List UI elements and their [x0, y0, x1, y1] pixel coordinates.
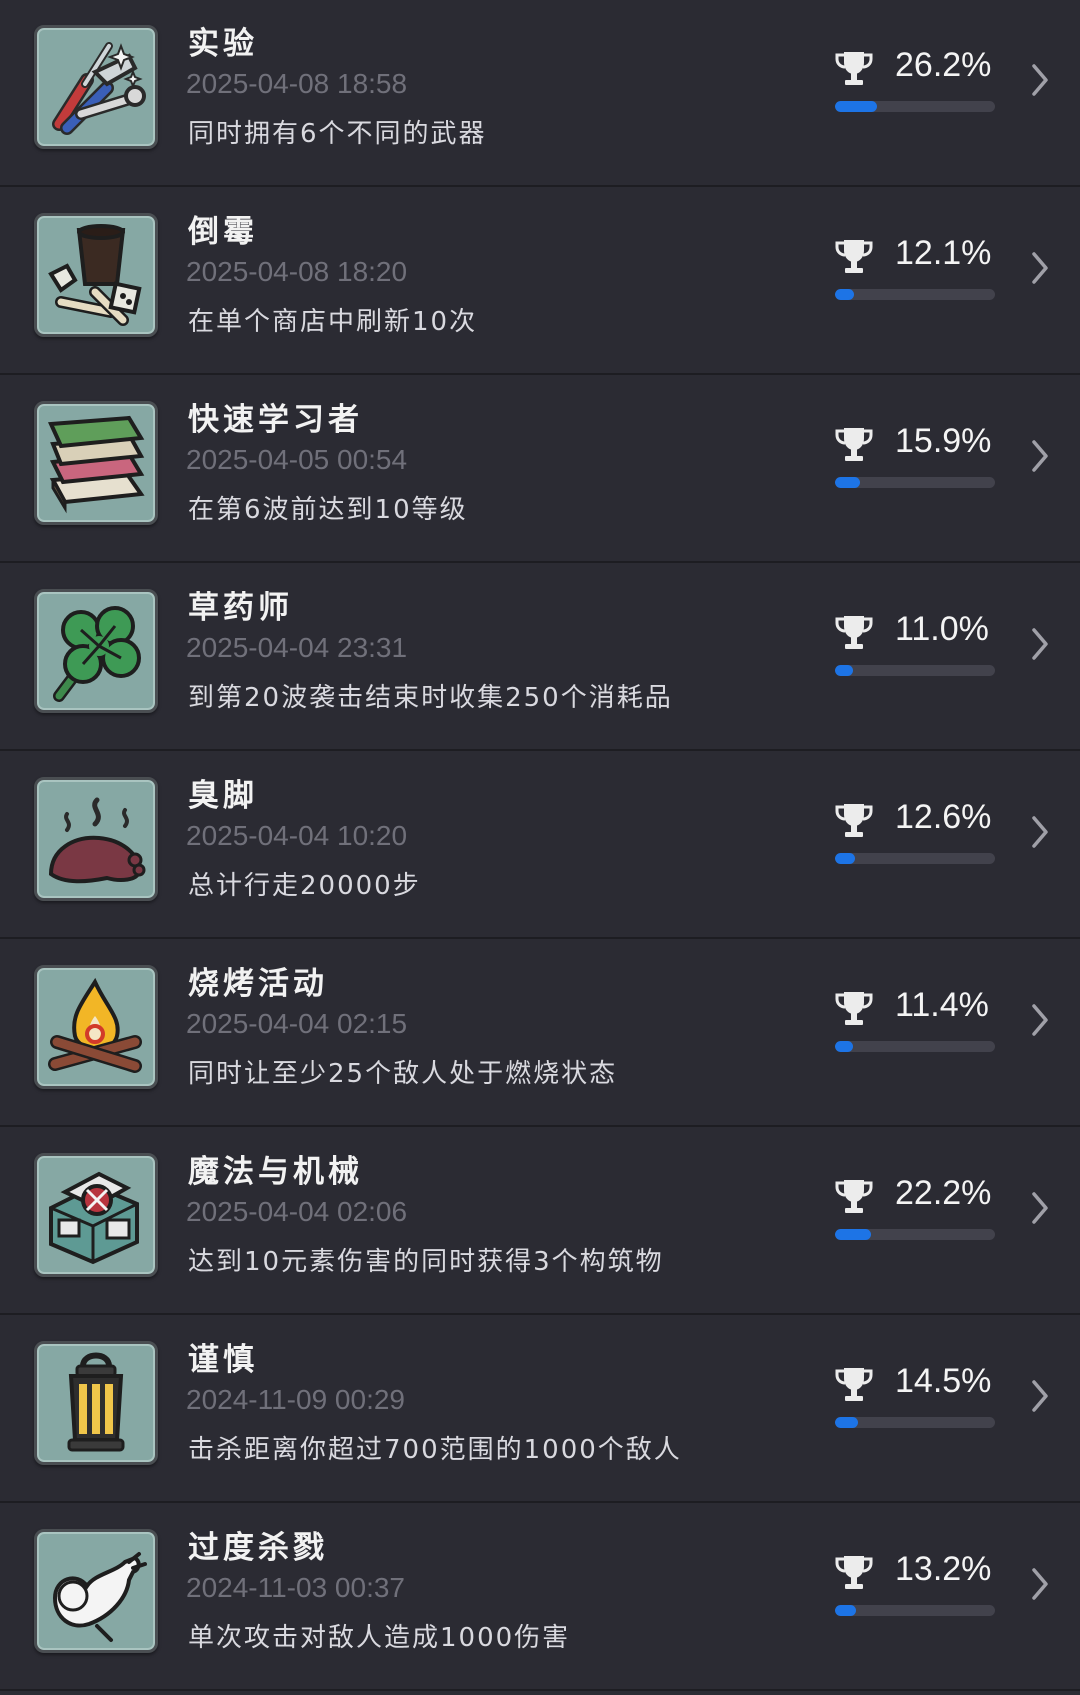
bucket-bones-dice-icon [34, 213, 158, 337]
achievement-row[interactable]: 魔法与机械 2025-04-04 02:06 达到10元素伤害的同时获得3个构筑… [0, 1128, 1080, 1315]
achievement-description: 击杀距离你超过700范围的1000个敌人 [188, 1435, 682, 1465]
unlock-progress-bar [835, 665, 995, 676]
unlock-percentage: 13.2% [895, 1550, 992, 1588]
trophy-icon [835, 992, 873, 1025]
unlock-percentage: 15.9% [895, 422, 992, 460]
unlock-progress-bar [835, 1605, 995, 1616]
chevron-right-icon[interactable] [1030, 814, 1050, 850]
unlock-percentage: 14.5% [895, 1362, 992, 1400]
achievement-date: 2024-11-03 00:37 [186, 1572, 405, 1603]
chevron-right-icon[interactable] [1030, 1378, 1050, 1414]
unlock-progress-fill [835, 1605, 857, 1616]
achievement-title: 谨慎 [188, 1342, 258, 1378]
unlock-progress-fill [835, 665, 853, 676]
achievement-date: 2025-04-04 10:20 [186, 820, 408, 851]
achievement-date: 2025-04-08 18:58 [186, 68, 408, 99]
achievement-row[interactable]: 过度杀戮 2024-11-03 00:37 单次攻击对敌人造成1000伤害 13… [0, 1504, 1080, 1691]
chevron-right-icon[interactable] [1030, 62, 1050, 98]
unlock-progress-bar [835, 477, 995, 488]
unlock-progress-bar [835, 1229, 995, 1240]
achievement-row[interactable]: 实验 2025-04-08 18:58 同时拥有6个不同的武器 26.2% [0, 0, 1080, 187]
unlock-progress-bar [835, 289, 995, 300]
unlock-progress-fill [835, 101, 877, 112]
unlock-progress-bar [835, 1417, 995, 1428]
achievement-description: 在第6波前达到10等级 [188, 495, 468, 525]
unlock-progress-bar [835, 853, 995, 864]
achievement-description: 在单个商店中刷新10次 [188, 307, 478, 337]
achievement-list: 实验 2025-04-08 18:58 同时拥有6个不同的武器 26.2% 倒霉… [0, 0, 1080, 1695]
unlock-percentage: 26.2% [895, 46, 992, 84]
achievement-title: 魔法与机械 [188, 1154, 363, 1190]
achievement-date: 2025-04-04 23:31 [186, 632, 408, 663]
flexing-arm-icon [34, 1529, 158, 1653]
achievement-row[interactable]: 烧烤活动 2025-04-04 02:15 同时让至少25个敌人处于燃烧状态 1… [0, 940, 1080, 1127]
achievement-title: 实验 [188, 26, 258, 62]
unlock-percentage: 12.6% [895, 798, 992, 836]
achievement-date: 2025-04-04 02:06 [186, 1196, 408, 1227]
achievement-row[interactable]: 快速学习者 2025-04-05 00:54 在第6波前达到10等级 15.9% [0, 376, 1080, 563]
chevron-right-icon[interactable] [1030, 1566, 1050, 1602]
lantern-icon [34, 1341, 158, 1465]
magic-machine-icon [34, 1153, 158, 1277]
achievement-description: 单次攻击对敌人造成1000伤害 [188, 1623, 571, 1653]
trophy-icon [835, 616, 873, 649]
chevron-right-icon[interactable] [1030, 626, 1050, 662]
achievement-description: 到第20波袭击结束时收集250个消耗品 [188, 683, 673, 713]
unlock-percentage: 11.4% [895, 986, 989, 1024]
achievement-description: 同时拥有6个不同的武器 [188, 119, 487, 149]
unlock-progress-bar [835, 101, 995, 112]
smelly-foot-icon [34, 777, 158, 901]
achievement-date: 2025-04-08 18:20 [186, 256, 408, 287]
unlock-progress-fill [835, 1041, 854, 1052]
chevron-right-icon[interactable] [1030, 1002, 1050, 1038]
unlock-percentage: 11.0% [895, 610, 989, 648]
unlock-progress-bar [835, 1041, 995, 1052]
campfire-icon [34, 965, 158, 1089]
achievement-title: 臭脚 [188, 778, 258, 814]
unlock-progress-fill [835, 1229, 871, 1240]
trophy-icon [835, 428, 873, 461]
chevron-right-icon[interactable] [1030, 1190, 1050, 1226]
achievement-date: 2024-11-09 00:29 [186, 1384, 405, 1415]
trophy-icon [835, 52, 873, 85]
achievement-title: 草药师 [188, 590, 293, 626]
trophy-icon [835, 804, 873, 837]
achievement-description: 达到10元素伤害的同时获得3个构筑物 [188, 1247, 664, 1277]
tools-icon [34, 25, 158, 149]
trophy-icon [835, 1556, 873, 1589]
achievement-row[interactable]: 谨慎 2024-11-09 00:29 击杀距离你超过700范围的1000个敌人… [0, 1316, 1080, 1503]
trophy-icon [835, 1180, 873, 1213]
achievement-row[interactable]: 倒霉 2025-04-08 18:20 在单个商店中刷新10次 12.1% [0, 188, 1080, 375]
unlock-progress-fill [835, 477, 861, 488]
achievement-row[interactable]: 草药师 2025-04-04 23:31 到第20波袭击结束时收集250个消耗品… [0, 564, 1080, 751]
books-icon [34, 401, 158, 525]
trophy-icon [835, 1368, 873, 1401]
clover-icon [34, 589, 158, 713]
achievement-description: 同时让至少25个敌人处于燃烧状态 [188, 1059, 618, 1089]
chevron-right-icon[interactable] [1030, 438, 1050, 474]
unlock-percentage: 22.2% [895, 1174, 992, 1212]
unlock-progress-fill [835, 853, 856, 864]
achievement-title: 倒霉 [188, 214, 258, 250]
achievement-date: 2025-04-04 02:15 [186, 1008, 408, 1039]
achievement-date: 2025-04-05 00:54 [186, 444, 408, 475]
unlock-progress-fill [835, 1417, 859, 1428]
achievement-row[interactable]: 臭脚 2025-04-04 10:20 总计行走20000步 12.6% [0, 752, 1080, 939]
unlock-progress-fill [835, 289, 855, 300]
achievement-description: 总计行走20000步 [188, 871, 421, 901]
unlock-percentage: 12.1% [895, 234, 992, 272]
achievement-title: 烧烤活动 [188, 966, 328, 1002]
achievement-title: 快速学习者 [188, 402, 363, 438]
chevron-right-icon[interactable] [1030, 250, 1050, 286]
trophy-icon [835, 240, 873, 273]
achievement-title: 过度杀戮 [188, 1530, 328, 1566]
